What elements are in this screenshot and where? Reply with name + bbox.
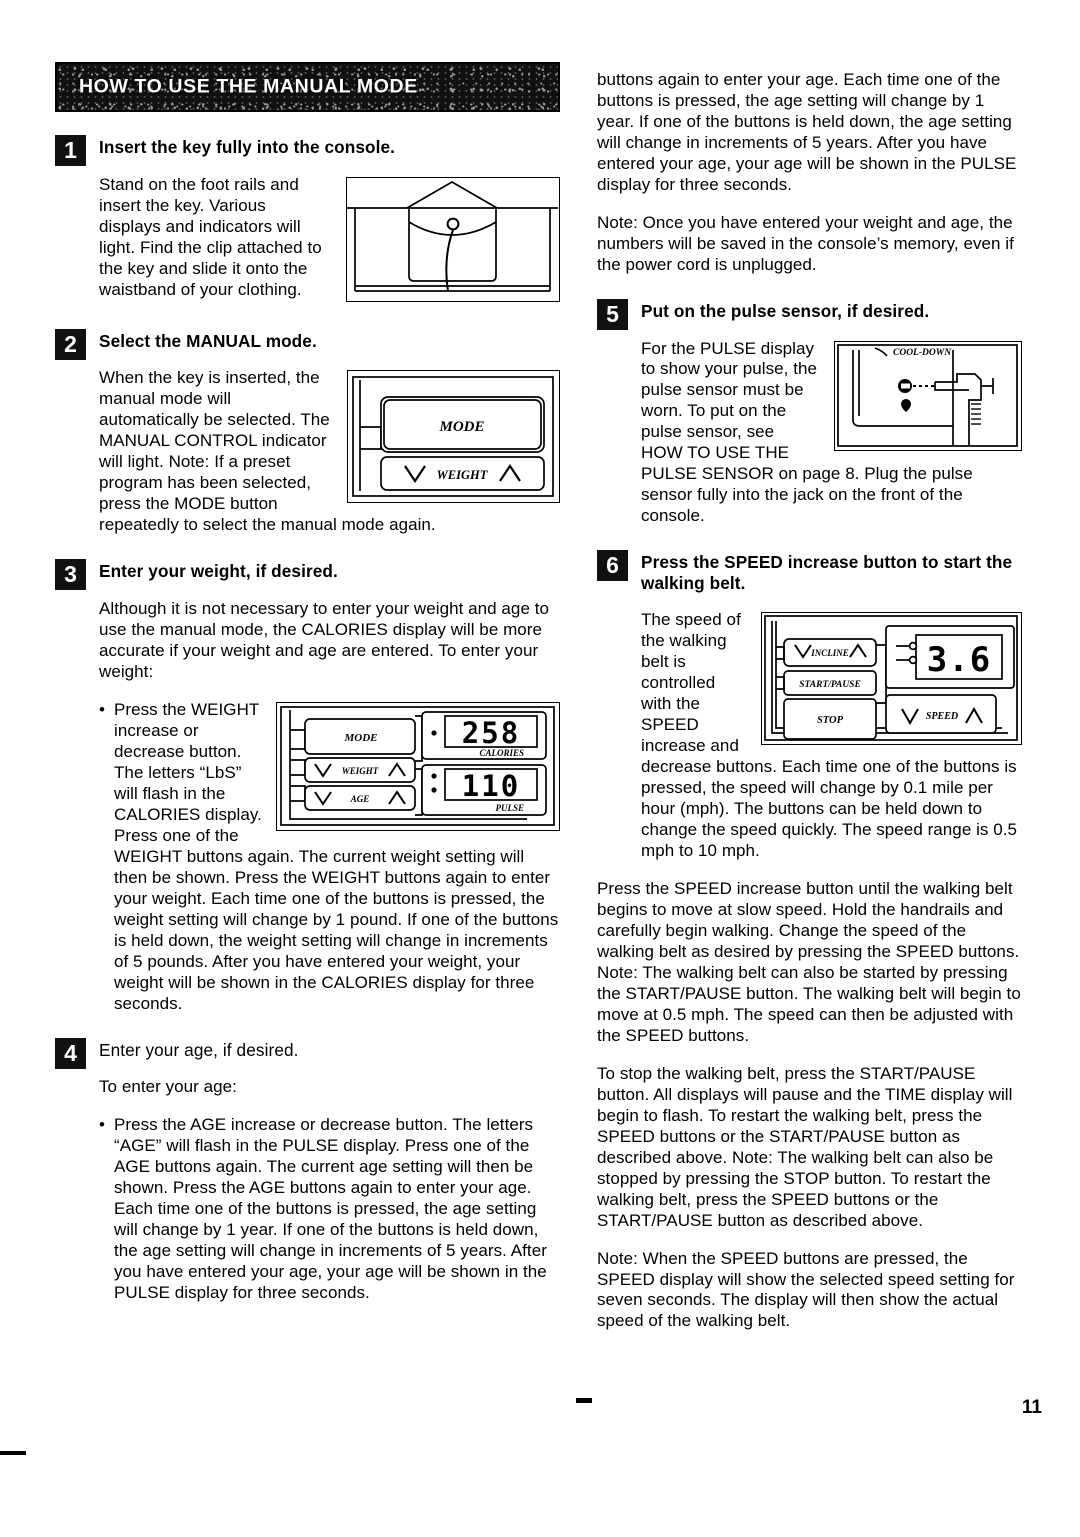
manual-page: HOW TO USE THE MANUAL MODE 1 Insert the … (0, 0, 1080, 1537)
step-6-para4: Note: When the SPEED buttons are pressed… (597, 1248, 1015, 1331)
calories-display-value: 258 (462, 716, 520, 750)
pulse-display-label: PULSE (495, 803, 524, 813)
step-4-heading: Enter your age, if desired. (99, 1039, 299, 1060)
step-4-intro: To enter your age: (99, 1077, 237, 1097)
step-4-number: 4 (55, 1037, 86, 1069)
weight-button-label: WEIGHT (342, 766, 379, 776)
age-button-label: AGE (350, 794, 370, 804)
step-4-continuation: buttons again to enter your age. Each ti… (597, 70, 1017, 194)
weight-button-label: WEIGHT (437, 468, 489, 482)
step-5: 5 Put on the pulse sensor, if desired. (597, 298, 1022, 330)
step-3-intro-block: Although it is not necessary to enter yo… (99, 599, 560, 683)
figure-speed-panel: INCLINE START/PAUSE STOP 3.6 SPEED (761, 611, 1022, 745)
step-4-bullet: • Press the AGE increase or decrease but… (99, 1115, 560, 1304)
step-3-number: 3 (55, 559, 86, 591)
step-3-heading: Enter your weight, if desired. (99, 561, 338, 582)
step-4-intro-block: To enter your age: (99, 1077, 560, 1098)
right-column: Press the AGE increase or decrease butto… (597, 0, 1022, 1332)
step-6-number: 6 (597, 550, 628, 582)
incline-button-label: INCLINE (810, 648, 849, 658)
step-6-para2: Press the SPEED increase button until th… (597, 878, 1021, 1045)
step-5-number: 5 (597, 298, 628, 330)
step-3-bullet: • MODE WEIGHT AGE 258 CALORIES 110 PULSE… (99, 700, 560, 1015)
figure-key-clip (346, 176, 560, 302)
step-2: 2 Select the MANUAL mode. (55, 328, 560, 360)
speed-display-value: 3.6 (927, 640, 991, 680)
calories-display-label: CALORIES (479, 748, 524, 758)
step-3: 3 Enter your weight, if desired. (55, 559, 560, 591)
mode-button-label: MODE (438, 419, 484, 435)
step-4: 4 Enter your age, if desired. (55, 1037, 560, 1069)
step-1: 1 Insert the key fully into the console. (55, 135, 560, 166)
step-3-intro: Although it is not necessary to enter yo… (99, 598, 549, 681)
bullet-dot: • (99, 699, 105, 719)
figure-mode-panel: MODE WEIGHT (347, 370, 560, 504)
figure-weight-age-panel: MODE WEIGHT AGE 258 CALORIES 110 PULSE (276, 701, 560, 831)
step-6-para3: To stop the walking belt, press the STAR… (597, 1063, 1013, 1230)
step-1-number: 1 (55, 135, 86, 166)
step-6-body-block: INCLINE START/PAUSE STOP 3.6 SPEED The s… (641, 610, 1022, 862)
step-6: 6 Press the SPEED increase button to sta… (597, 550, 1022, 593)
step-5-body-block: COOL-DOWN For the PULSE display to show … (641, 339, 1022, 528)
section-title: HOW TO USE THE MANUAL MODE (79, 75, 418, 98)
start-pause-button-label: START/PAUSE (799, 680, 861, 690)
stop-button-label: STOP (817, 715, 844, 726)
step-4-note: Note: Once you have entered your weight … (597, 212, 1014, 274)
scan-artifact-left (0, 1451, 26, 1455)
left-column: HOW TO USE THE MANUAL MODE 1 Insert the … (55, 0, 560, 1304)
step-2-body-block: MODE WEIGHT When the key is inserted, th… (99, 368, 560, 536)
pulse-display-value: 110 (462, 769, 520, 803)
step-5-heading: Put on the pulse sensor, if desired. (641, 300, 930, 321)
step-6-heading: Press the SPEED increase button to start… (641, 552, 1013, 593)
speed-button-label: SPEED (926, 711, 958, 722)
scan-artifact-bottom (576, 1398, 592, 1403)
section-banner: HOW TO USE THE MANUAL MODE (55, 62, 560, 112)
step-2-heading: Select the MANUAL mode. (99, 330, 317, 351)
page-number: 11 (1021, 1397, 1042, 1418)
bullet-dot: • (99, 1115, 105, 1135)
step-4-bullet-text: Press the AGE increase or decrease butto… (114, 1115, 547, 1302)
cooldown-indicator-label: COOL-DOWN (893, 348, 952, 358)
step-2-number: 2 (55, 328, 86, 360)
figure-pulse-jack: COOL-DOWN (834, 340, 1022, 451)
mode-button-label: MODE (343, 732, 377, 744)
step-1-body-block: Stand on the foot rails and insert the k… (99, 175, 560, 306)
step-1-heading: Insert the key fully into the console. (99, 137, 396, 157)
